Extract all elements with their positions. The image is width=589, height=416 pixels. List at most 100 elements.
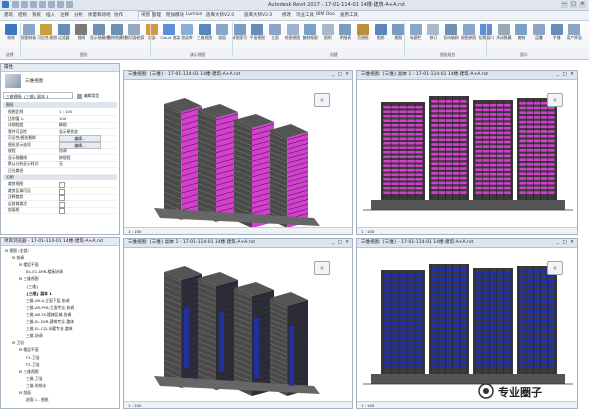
tab-16[interactable]: BIM Ooo xyxy=(316,12,335,17)
ribbon-button-28[interactable]: 关闭隐藏 xyxy=(495,23,513,49)
ribbon-button-13[interactable]: 详图索引 xyxy=(231,23,249,49)
print-icon[interactable] xyxy=(48,1,55,8)
tab-8[interactable]: 视图 xyxy=(138,11,153,18)
ribbon-button-20[interactable]: 范围框 xyxy=(354,23,372,49)
ribbon-button-8[interactable]: 渲染 xyxy=(143,23,161,49)
ribbon-button-25[interactable]: 导向轴网 xyxy=(442,23,460,49)
viewcube[interactable]: 前 xyxy=(547,93,563,107)
tab-15[interactable]: 鸿业工具 xyxy=(296,12,314,18)
ribbon-button-21[interactable]: 图纸 xyxy=(372,23,390,49)
property-checkbox[interactable] xyxy=(59,208,65,214)
tab-6[interactable]: 体量和场地 xyxy=(88,12,111,18)
browser-tree-item[interactable]: F2-卫浴 xyxy=(26,362,40,367)
view-window-3d-dark[interactable]: 三维视图: {三维} 副本 1 - 17-01-114-01 14楼-建筑-A+… xyxy=(123,238,353,409)
tab-13[interactable]: 族库大师V2.0 xyxy=(244,12,272,18)
view-controls[interactable]: _ □ ✕ xyxy=(332,71,350,79)
tab-4[interactable]: 注释 xyxy=(60,12,69,18)
browser-tree-item[interactable]: 三维-协调 xyxy=(26,333,43,338)
edit-type-button[interactable]: 编辑类型 xyxy=(77,92,117,99)
tab-5[interactable]: 分析 xyxy=(74,12,83,18)
undo-icon[interactable] xyxy=(30,1,37,8)
view-controls[interactable]: _ □ ✕ xyxy=(557,239,575,247)
save-icon[interactable] xyxy=(21,1,28,8)
view-scale[interactable]: 1 : 100 xyxy=(361,403,374,408)
browser-tree-item[interactable]: 三维-AR-TX-楼梯区域-协调 xyxy=(26,312,71,317)
tab-12[interactable]: 族库大师V2.0 xyxy=(206,12,234,18)
browser-tree-item[interactable]: ⊟ 三维视图 xyxy=(19,276,39,281)
view-window-3d-main[interactable]: 三维视图: {三维} - 17-01-114-01 14楼-建筑-A+A.rvt… xyxy=(123,70,353,235)
tab-2[interactable]: 系统 xyxy=(32,12,41,18)
view-controls[interactable]: _ □ ✕ xyxy=(557,71,575,79)
ribbon-button-26[interactable]: 视图参照 xyxy=(460,23,478,49)
browser-tree-item[interactable]: 三维-AR-A-立面下层-协调 xyxy=(26,298,69,303)
ribbon-button-32[interactable]: 用户界面 xyxy=(565,23,583,49)
redo-icon[interactable] xyxy=(39,1,46,8)
ribbon-button-3[interactable]: 过滤器 xyxy=(55,23,73,49)
browser-tree-item[interactable]: F1-卫浴 xyxy=(26,355,40,360)
browser-tree-item[interactable]: 剖面 1 - 图纸 xyxy=(26,397,49,402)
view-scale[interactable]: 1 : 100 xyxy=(128,229,141,234)
browser-tree-item[interactable]: 三维-EL-CZJ-水暖专业-整体 xyxy=(26,326,73,331)
view-scale[interactable]: 1 : 100 xyxy=(361,229,374,234)
view-selector[interactable]: 三维视图: {三维} 副本 1 xyxy=(3,92,73,99)
browser-tree-item[interactable]: 三维-AR-PYB-立面专业-协调 xyxy=(26,305,74,310)
ribbon-button-30[interactable]: 层叠 xyxy=(530,23,548,49)
browser-tree-item[interactable]: ⊟ 三维视图 xyxy=(19,369,39,374)
browser-tree-item[interactable]: {三维} xyxy=(26,284,38,289)
browser-tree-item[interactable]: 三维-EL-DYB-建筑专业-整体 xyxy=(26,319,74,324)
tab-14[interactable]: 修改 xyxy=(282,12,291,18)
ribbon-button-18[interactable]: 图例 xyxy=(319,23,337,49)
browser-tree-item[interactable]: {三维} 副本 1 xyxy=(26,291,52,296)
tab-9[interactable]: 管理 xyxy=(152,12,161,18)
ribbon-button-7[interactable]: 剖切面轮廓 xyxy=(125,23,144,49)
ribbon-button-4[interactable]: 细线 xyxy=(72,23,90,49)
ribbon-button-23[interactable]: 标题栏 xyxy=(407,23,425,49)
ribbon-button-14[interactable]: 平面视图 xyxy=(248,23,266,49)
ribbon-button-15[interactable]: 立面 xyxy=(266,23,284,49)
ribbon-button-5[interactable]: 显示隐藏线 xyxy=(90,23,109,49)
ribbon-button-19[interactable]: 明细表 xyxy=(336,23,354,49)
app-menu-icon[interactable] xyxy=(2,1,9,8)
open-icon[interactable] xyxy=(12,1,19,8)
browser-tree-item[interactable]: 三维-卫浴 xyxy=(26,376,43,381)
view-window-elevation[interactable]: 三维视图: {三维} 副本 1 - 17-01-114-01 14楼-建筑-A+… xyxy=(356,70,578,235)
ribbon-button-10[interactable]: 渲染库 xyxy=(178,23,196,49)
ribbon-button-11[interactable]: 三维视图 xyxy=(196,23,214,49)
measure-icon[interactable] xyxy=(57,1,64,8)
browser-tree-item[interactable]: ⊟ 剖面 xyxy=(19,390,31,395)
minimize-button[interactable]: — xyxy=(561,1,568,8)
tab-1[interactable]: 结构 xyxy=(18,12,27,18)
ribbon-button-12[interactable]: 剖面 xyxy=(213,23,231,49)
tab-10[interactable]: 附加模块 xyxy=(166,12,184,18)
tab-17[interactable]: 速用工具 xyxy=(340,12,358,18)
property-row[interactable]: 日光路径 xyxy=(3,168,117,175)
tab-7[interactable]: 协作 xyxy=(114,12,123,18)
viewcube[interactable]: 前 xyxy=(314,93,330,107)
browser-tree-item[interactable]: B1-E1-DYB-楼板协调 xyxy=(26,269,63,274)
browser-tree-item[interactable]: ⊟ 楼层平面 xyxy=(19,347,39,352)
browser-tree-item[interactable]: ⊟ 视图 (全部) xyxy=(5,248,29,253)
browser-tree-item[interactable]: 三维-给排水 xyxy=(26,383,46,388)
property-row[interactable]: 剖面框 xyxy=(3,207,117,214)
maximize-button[interactable]: □ xyxy=(570,1,577,8)
ribbon-button-24[interactable]: 修订 xyxy=(424,23,442,49)
tab-11[interactable]: Lumion xyxy=(186,12,203,17)
ribbon-button-16[interactable]: 绘图视图 xyxy=(284,23,302,49)
browser-tree-item[interactable]: ⊟ 协调 xyxy=(12,255,24,260)
ribbon-button-17[interactable]: 复制视图 xyxy=(301,23,319,49)
tab-0[interactable]: 建筑 xyxy=(4,12,13,18)
viewcube[interactable]: 前 xyxy=(547,261,563,275)
ribbon-button-31[interactable]: 平铺 xyxy=(548,23,566,49)
ribbon-button-2[interactable]: 可见性/图形 xyxy=(37,23,57,49)
ribbon-button-1[interactable]: 视图样板 xyxy=(20,23,38,49)
view-controls[interactable]: _ □ ✕ xyxy=(332,239,350,247)
ribbon-button-0[interactable]: 修改 xyxy=(2,23,20,49)
viewcube[interactable]: 前 xyxy=(314,261,330,275)
ribbon-button-9[interactable]: Cloud 渲染 xyxy=(160,23,180,49)
ribbon-button-29[interactable]: 复制 xyxy=(512,23,530,49)
ribbon-button-6[interactable]: 删除隐藏线 xyxy=(108,23,127,49)
browser-tree-item[interactable]: ⊟ 卫浴 xyxy=(12,340,24,345)
view-scale[interactable]: 1 : 100 xyxy=(128,403,141,408)
close-button[interactable]: ✕ xyxy=(579,1,586,8)
tab-3[interactable]: 插入 xyxy=(46,12,55,18)
